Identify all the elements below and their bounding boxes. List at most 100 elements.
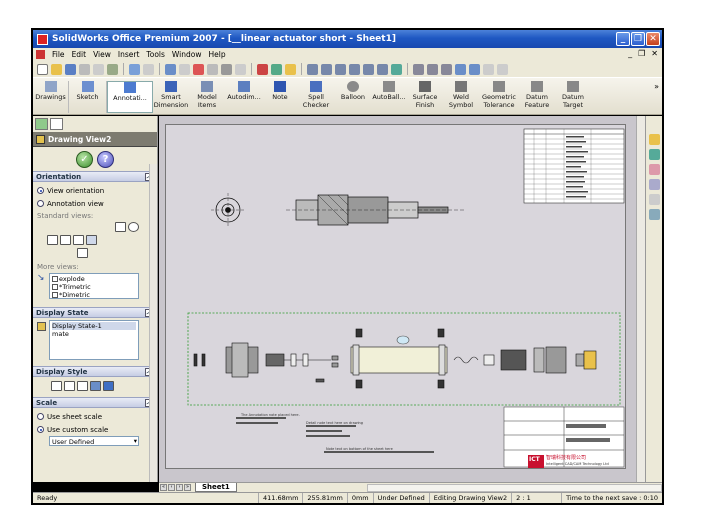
list-item[interactable]: *Trimetric [52,283,136,291]
home-icon[interactable] [648,134,660,145]
last-sheet-icon[interactable]: » [184,484,191,491]
undo-icon[interactable] [129,63,140,75]
menu-help[interactable]: Help [208,50,225,59]
save-icon[interactable] [65,63,76,75]
wireframe-icon[interactable] [413,63,424,75]
list-item[interactable]: *Dimetric [52,291,136,299]
menu-window[interactable]: Window [172,50,202,59]
view-orientation-icon[interactable] [391,63,402,75]
rebuild-icon[interactable] [193,63,204,75]
menu-tools[interactable]: Tools [146,50,164,59]
print-preview-icon[interactable] [93,63,104,75]
display-icon[interactable] [271,63,282,75]
exploded-view[interactable] [193,328,597,389]
shaded-edges-icon[interactable] [455,63,466,75]
next-sheet-icon[interactable]: › [176,484,183,491]
vertical-scrollbar[interactable] [636,116,645,482]
minimize-button[interactable]: _ [616,32,630,46]
bottom-view-icon[interactable] [77,248,88,258]
datum-feature-button[interactable]: Datum Feature [519,81,555,109]
geometric-tolerance-button[interactable]: Geometric Tolerance [479,81,519,109]
display-state-group-header[interactable]: Display State ︿ [33,307,157,318]
menu-view[interactable]: View [93,50,111,59]
end-view[interactable] [211,193,245,227]
zoom-in-out-icon[interactable] [335,63,346,75]
print-icon[interactable] [79,63,90,75]
prev-sheet-icon[interactable]: ‹ [168,484,175,491]
balloon-button[interactable]: Balloon [335,81,371,102]
display-state-list[interactable]: Display State-1 mate [49,320,139,360]
more-commands-icon[interactable]: » [654,82,659,91]
list-item[interactable]: explode [52,275,136,283]
zoom-area-icon[interactable] [321,63,332,75]
pan-icon[interactable] [363,63,374,75]
note-button[interactable]: Note [263,81,297,102]
orientation-group-header[interactable]: Orientation ︿ [33,171,157,182]
layer-icon[interactable] [221,63,232,75]
property-manager-tab-icon[interactable] [50,118,63,130]
annotation-tab[interactable]: Annotati... [107,81,153,113]
more-views-list[interactable]: explode *Trimetric *Dimetric [49,273,139,299]
shaded-icon[interactable] [469,63,480,75]
autodimension-button[interactable]: Autodim... [225,81,263,102]
graphics-area[interactable]: The Annotation note placed here. Detail … [159,116,636,482]
design-library-icon[interactable] [648,149,660,160]
shaded-edges-style-icon[interactable] [90,380,101,391]
close-button[interactable]: ✕ [646,32,660,46]
spell-checker-button[interactable]: Spell Checker [297,81,335,109]
sketch-tab[interactable]: Sketch [69,81,107,113]
list-item[interactable]: mate [52,330,136,338]
custom-properties-icon[interactable] [648,209,660,220]
isometric-view-icon[interactable] [128,222,139,232]
options-icon[interactable] [257,63,268,75]
first-sheet-icon[interactable]: « [160,484,167,491]
use-sheet-scale-radio[interactable]: Use sheet scale [37,410,153,423]
list-item[interactable]: Display State-1 [52,322,136,330]
smart-dimension-button[interactable]: Smart Dimension [153,81,189,109]
draft-quality-icon[interactable] [483,63,494,75]
help-icon[interactable] [285,63,296,75]
wireframe-style-icon[interactable] [51,380,62,391]
doc-restore-icon[interactable]: ❐ [638,49,645,58]
top-view-icon[interactable] [86,235,97,245]
autoballoon-button[interactable]: AutoBall... [371,81,407,102]
display-style-group-header[interactable]: Display Style ︿ [33,366,157,377]
ok-button[interactable]: ✓ [76,150,93,168]
surface-finish-button[interactable]: Surface Finish [407,81,443,109]
use-custom-scale-radio[interactable]: Use custom scale [37,423,153,436]
hidden-lines-visible-icon[interactable] [427,63,438,75]
drawings-tab[interactable]: Drawings [33,81,69,113]
new-icon[interactable] [37,63,48,75]
cut-icon[interactable] [107,63,118,75]
doc-close-icon[interactable]: ✕ [651,49,658,58]
help-button[interactable]: ? [97,150,114,168]
hidden-visible-style-icon[interactable] [64,380,75,391]
select-icon[interactable] [165,63,176,75]
sheet-tab[interactable]: Sheet1 [195,483,237,492]
restore-button[interactable]: ❐ [631,32,645,46]
annotation-view-radio[interactable]: Annotation view [37,197,153,210]
hidden-lines-removed-icon[interactable] [441,63,452,75]
front-view-icon[interactable] [60,235,71,245]
custom-scale-select[interactable]: User Defined ▾ [49,436,139,446]
zoom-fit-icon[interactable] [307,63,318,75]
horizontal-scrollbar[interactable] [366,483,662,492]
menu-insert[interactable]: Insert [118,50,140,59]
document-icon[interactable] [36,50,45,59]
doc-minimize-icon[interactable]: _ [628,49,632,58]
hidden-removed-style-icon[interactable] [77,380,88,391]
view-palette-icon[interactable] [648,179,660,190]
right-view-icon[interactable] [73,235,84,245]
bom-table[interactable] [523,128,625,204]
appearances-icon[interactable] [648,194,660,205]
redo-icon[interactable] [143,63,154,75]
section-view[interactable] [286,194,466,226]
line-format-icon[interactable] [235,63,246,75]
shaded-style-icon[interactable] [103,380,114,391]
back-view-icon[interactable] [115,222,126,232]
view-orientation-radio[interactable]: View orientation [37,184,153,197]
left-view-icon[interactable] [47,235,58,245]
file-explorer-icon[interactable] [648,164,660,175]
scale-group-header[interactable]: Scale ︿ [33,397,157,408]
feature-manager-tab-icon[interactable] [35,118,48,130]
